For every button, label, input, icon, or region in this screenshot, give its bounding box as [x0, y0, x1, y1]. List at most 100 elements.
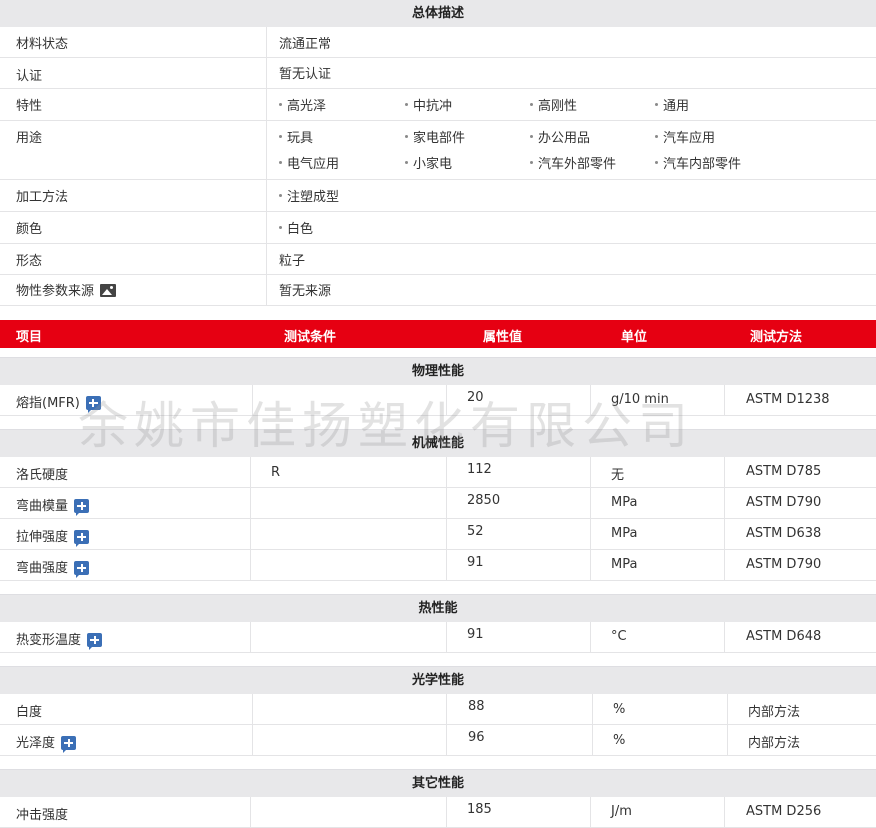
thermal-section-title: 热性能: [418, 601, 458, 616]
physical-section-header: 物理性能: [0, 357, 876, 385]
table-row: 拉伸强度 52 MPa ASTM D638: [0, 519, 876, 550]
expand-plus-icon[interactable]: [74, 560, 90, 578]
usage-item: 汽车内部零件: [655, 153, 741, 172]
material-state-value: 流通正常: [279, 37, 332, 52]
property-name: 光泽度: [16, 736, 56, 751]
property-unit: %: [613, 733, 626, 748]
general-row-processing: 加工方法 注塑成型: [0, 180, 876, 212]
property-unit: MPa: [611, 557, 638, 572]
header-condition: 测试条件: [284, 330, 337, 345]
form-value: 粒子: [279, 254, 306, 269]
property-value: 96: [468, 730, 485, 745]
feature-item: 中抗冲: [405, 95, 452, 114]
other-section-title: 其它性能: [411, 776, 464, 791]
header-item: 项目: [16, 330, 43, 345]
certification-value: 暂无认证: [279, 67, 332, 82]
table-row: 弯曲模量 2850 MPa ASTM D790: [0, 488, 876, 519]
material-state-label: 材料状态: [16, 37, 69, 52]
header-method: 测试方法: [750, 330, 803, 345]
general-row-color: 颜色 白色: [0, 212, 876, 244]
property-method: ASTM D648: [746, 629, 822, 644]
expand-plus-icon[interactable]: [87, 632, 103, 650]
usage-label: 用途: [16, 131, 43, 146]
table-row: 白度 88 % 内部方法: [0, 694, 876, 725]
property-name: 熔指(MFR): [16, 396, 80, 411]
expand-plus-icon[interactable]: [61, 735, 77, 753]
property-value: 20: [467, 390, 484, 405]
property-name: 冲击强度: [16, 808, 69, 823]
general-row-material-state: 材料状态 流通正常: [0, 27, 876, 58]
property-method: 内部方法: [748, 736, 801, 751]
processing-label: 加工方法: [16, 190, 69, 205]
source-value: 暂无来源: [279, 284, 332, 299]
table-row: 冲击强度 185 J/m ASTM D256: [0, 797, 876, 828]
features-label: 特性: [16, 99, 43, 114]
property-value: 2850: [467, 493, 501, 508]
property-name: 洛氏硬度: [16, 468, 69, 483]
certification-label: 认证: [16, 69, 43, 84]
property-unit: g/10 min: [611, 392, 669, 407]
usage-item: 玩具: [279, 127, 313, 146]
property-method: ASTM D785: [746, 464, 822, 479]
table-row: 弯曲强度 91 MPa ASTM D790: [0, 550, 876, 581]
usage-item: 办公用品: [530, 127, 590, 146]
property-unit: 无: [611, 468, 625, 483]
property-unit: J/m: [611, 804, 632, 819]
property-unit: °C: [611, 629, 627, 644]
property-name: 拉伸强度: [16, 530, 69, 545]
usage-item: 汽车应用: [655, 127, 715, 146]
header-value: 属性值: [483, 330, 523, 345]
other-section-header: 其它性能: [0, 769, 876, 797]
property-method: ASTM D638: [746, 526, 822, 541]
general-section-title: 总体描述: [411, 6, 464, 21]
color-item: 白色: [279, 218, 313, 237]
usage-item: 家电部件: [405, 127, 465, 146]
table-row: 光泽度 96 % 内部方法: [0, 725, 876, 756]
table-row: 洛氏硬度 R 112 无 ASTM D785: [0, 457, 876, 488]
property-name: 白度: [16, 705, 43, 720]
general-row-form: 形态 粒子: [0, 244, 876, 275]
property-unit: MPa: [611, 495, 638, 510]
optical-section-title: 光学性能: [411, 673, 464, 688]
property-value: 52: [467, 524, 484, 539]
general-section-header: 总体描述: [0, 0, 876, 27]
feature-item: 高刚性: [530, 95, 577, 114]
physical-section-title: 物理性能: [411, 364, 464, 379]
processing-item: 注塑成型: [279, 186, 339, 205]
mechanical-section-title: 机械性能: [411, 436, 464, 451]
table-row: 熔指(MFR) 20 g/10 min ASTM D1238: [0, 385, 876, 416]
property-method: ASTM D256: [746, 804, 822, 819]
general-row-features: 特性 高光泽 中抗冲 高刚性 通用: [0, 89, 876, 121]
property-condition: R: [271, 465, 281, 480]
property-unit: %: [613, 702, 626, 717]
optical-section-header: 光学性能: [0, 666, 876, 694]
source-label: 物性参数来源: [16, 284, 95, 299]
property-name: 弯曲强度: [16, 561, 69, 576]
properties-table-header: 项目 测试条件 属性值 单位 测试方法: [0, 320, 876, 348]
property-unit: MPa: [611, 526, 638, 541]
property-method: ASTM D790: [746, 557, 822, 572]
mechanical-section-header: 机械性能: [0, 429, 876, 457]
usage-item: 小家电: [405, 153, 452, 172]
general-row-source: 物性参数来源 暂无来源: [0, 275, 876, 306]
property-value: 88: [468, 699, 485, 714]
property-value: 91: [467, 627, 484, 642]
property-value: 91: [467, 555, 484, 570]
property-method: ASTM D790: [746, 495, 822, 510]
usage-item: 汽车外部零件: [530, 153, 616, 172]
image-icon[interactable]: [100, 284, 117, 297]
property-name: 热变形温度: [16, 633, 82, 648]
property-name: 弯曲模量: [16, 499, 69, 514]
color-label: 颜色: [16, 222, 43, 237]
table-row: 热变形温度 91 °C ASTM D648: [0, 622, 876, 653]
expand-plus-icon[interactable]: [74, 529, 90, 547]
feature-item: 高光泽: [279, 95, 326, 114]
expand-plus-icon[interactable]: [74, 498, 90, 516]
feature-item: 通用: [655, 95, 689, 114]
property-method: 内部方法: [748, 705, 801, 720]
general-row-certification: 认证 暂无认证: [0, 58, 876, 89]
expand-plus-icon[interactable]: [85, 395, 101, 413]
property-value: 185: [467, 802, 492, 817]
general-row-usage: 用途 玩具 家电部件 办公用品 汽车应用 电气应用 小家电 汽车外部零件 汽车内…: [0, 121, 876, 180]
form-label: 形态: [16, 254, 43, 269]
